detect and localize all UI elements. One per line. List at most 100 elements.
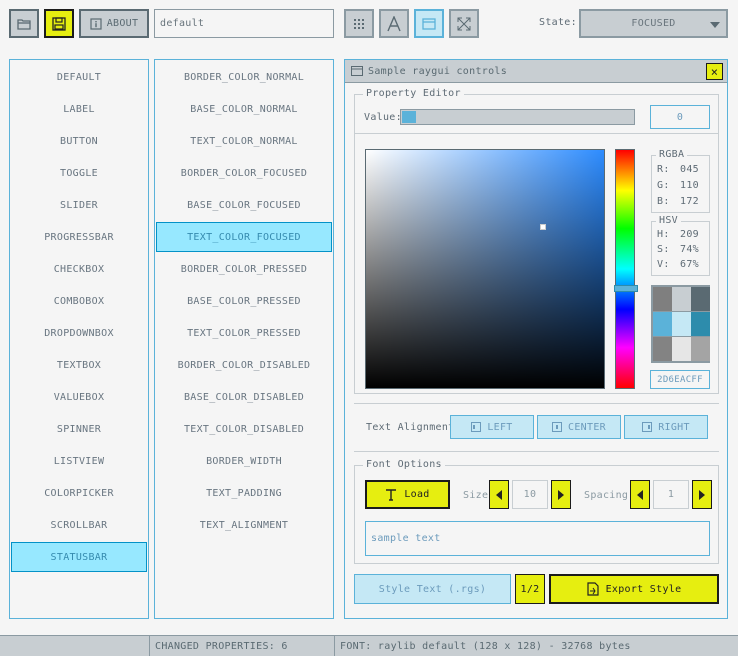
arrow-right-icon [558, 489, 564, 500]
style-text-label: Style Text (.rgs) [378, 583, 487, 595]
window-titlebar[interactable]: Sample raygui controls [345, 60, 727, 83]
control-item[interactable]: LISTVIEW [10, 446, 148, 476]
open-file-button[interactable] [9, 9, 39, 38]
hex-value-box[interactable]: 2D6EACFF [650, 370, 710, 389]
font-options-group: Font Options Load Size: 10 Spacing: 1 sa… [354, 459, 719, 564]
align-center-button[interactable]: CENTER [537, 415, 621, 439]
control-item-label: TOGGLE [60, 167, 98, 179]
value-slider[interactable] [400, 109, 635, 125]
window-icon [351, 66, 363, 76]
property-item[interactable]: BASE_COLOR_NORMAL [155, 94, 333, 124]
value-slider-handle[interactable] [402, 111, 416, 123]
size-value-box[interactable]: 10 [512, 480, 548, 509]
size-increase-button[interactable] [551, 480, 571, 509]
property-item[interactable]: TEXT_COLOR_PRESSED [155, 318, 333, 348]
control-item[interactable]: SPINNER [10, 414, 148, 444]
control-item[interactable]: VALUEBOX [10, 382, 148, 412]
controls-listview[interactable]: DEFAULT LABEL BUTTON TOGGLE SLIDER PROGRESSBA… [9, 59, 149, 619]
control-item[interactable]: STATUSBAR [11, 542, 147, 572]
spacing-increase-button[interactable] [692, 480, 712, 509]
property-item[interactable]: BORDER_COLOR_DISABLED [155, 350, 333, 380]
font-icon [387, 15, 401, 31]
properties-listview[interactable]: BORDER_COLOR_NORMAL BASE_COLOR_NORMAL TEXT… [154, 59, 334, 619]
fullscreen-button[interactable] [449, 9, 479, 38]
style-text-button[interactable]: Style Text (.rgs) [354, 574, 511, 604]
property-item[interactable]: BASE_COLOR_DISABLED [155, 382, 333, 412]
property-item[interactable]: BORDER_COLOR_NORMAL [155, 62, 333, 92]
alignment-label: Text Alignment: [366, 422, 461, 433]
property-item[interactable]: TEXT_COLOR_FOCUSED [156, 222, 332, 252]
info-icon [90, 17, 102, 30]
save-file-button[interactable] [44, 9, 74, 38]
property-item[interactable]: BORDER_COLOR_PRESSED [155, 254, 333, 284]
font-toggle-button[interactable] [379, 9, 409, 38]
control-item[interactable]: PROGRESSBAR [10, 222, 148, 252]
sample-text-box[interactable]: sample text [365, 521, 710, 556]
spacing-decrease-button[interactable] [630, 480, 650, 509]
window-close-button[interactable]: × [706, 63, 723, 80]
hue-bar-handle[interactable] [614, 285, 638, 292]
load-font-button[interactable]: Load [365, 480, 450, 509]
page-label: 1/2 [520, 583, 540, 595]
sample-text: sample text [371, 533, 441, 544]
about-button[interactable]: ABOUT [79, 9, 149, 38]
status-segment-empty [0, 636, 150, 656]
spacing-label: Spacing: [584, 490, 635, 501]
control-item[interactable]: DEFAULT [10, 62, 148, 92]
filename-input[interactable]: default [154, 9, 334, 38]
color-swatch[interactable] [672, 337, 691, 361]
export-style-button[interactable]: Export Style [549, 574, 719, 604]
grid-toggle-button[interactable] [344, 9, 374, 38]
control-item[interactable]: BUTTON [10, 126, 148, 156]
control-item[interactable]: LABEL [10, 94, 148, 124]
color-picker-cursor[interactable] [540, 224, 546, 230]
color-swatch[interactable] [672, 312, 691, 336]
control-item[interactable]: SCROLLBAR [10, 510, 148, 540]
chevron-down-icon [710, 22, 720, 28]
size-value: 10 [523, 489, 537, 500]
state-dropdown[interactable]: FOCUSED [579, 9, 728, 38]
page-toggle-button[interactable]: 1/2 [515, 574, 545, 604]
value-box[interactable]: 0 [650, 105, 710, 129]
property-item[interactable]: BASE_COLOR_FOCUSED [155, 190, 333, 220]
align-left-icon [471, 422, 482, 432]
property-item[interactable]: TEXT_ALIGNMENT [155, 510, 333, 540]
color-swatch[interactable] [653, 312, 672, 336]
property-item[interactable]: BASE_COLOR_PRESSED [155, 286, 333, 316]
control-item[interactable]: COMBOBOX [10, 286, 148, 316]
color-picker-panel[interactable] [365, 149, 605, 389]
color-swatch[interactable] [653, 287, 672, 311]
property-item[interactable]: TEXT_PADDING [155, 478, 333, 508]
property-item[interactable]: TEXT_COLOR_DISABLED [155, 414, 333, 444]
hue-bar[interactable] [614, 149, 638, 389]
property-item-label: BORDER_COLOR_PRESSED [180, 263, 308, 275]
export-label: Export Style [605, 583, 682, 595]
control-item[interactable]: DROPDOWNBOX [10, 318, 148, 348]
control-item[interactable]: CHECKBOX [10, 254, 148, 284]
control-item[interactable]: TOGGLE [10, 158, 148, 188]
grid-icon [354, 18, 364, 29]
property-item[interactable]: TEXT_COLOR_NORMAL [155, 126, 333, 156]
property-item[interactable]: BORDER_WIDTH [155, 446, 333, 476]
align-right-button[interactable]: RIGHT [624, 415, 708, 439]
control-item[interactable]: SLIDER [10, 190, 148, 220]
color-swatch[interactable] [653, 337, 672, 361]
control-item[interactable]: COLORPICKER [10, 478, 148, 508]
align-left-button[interactable]: LEFT [450, 415, 534, 439]
align-center-icon [552, 422, 563, 432]
color-swatch[interactable] [691, 287, 710, 311]
control-item[interactable]: TEXTBOX [10, 350, 148, 380]
control-item-label: CHECKBOX [53, 263, 105, 275]
size-decrease-button[interactable] [489, 480, 509, 509]
spacing-value-box[interactable]: 1 [653, 480, 689, 509]
color-swatch[interactable] [691, 312, 710, 336]
window-title: Sample raygui controls [368, 65, 508, 77]
window-toggle-button[interactable] [414, 9, 444, 38]
arrow-left-icon [496, 489, 502, 500]
export-file-icon [586, 582, 599, 596]
close-icon: × [710, 64, 719, 79]
color-swatch[interactable] [691, 337, 710, 361]
r-label: R: [657, 164, 670, 175]
color-swatch[interactable] [672, 287, 691, 311]
property-item[interactable]: BORDER_COLOR_FOCUSED [155, 158, 333, 188]
